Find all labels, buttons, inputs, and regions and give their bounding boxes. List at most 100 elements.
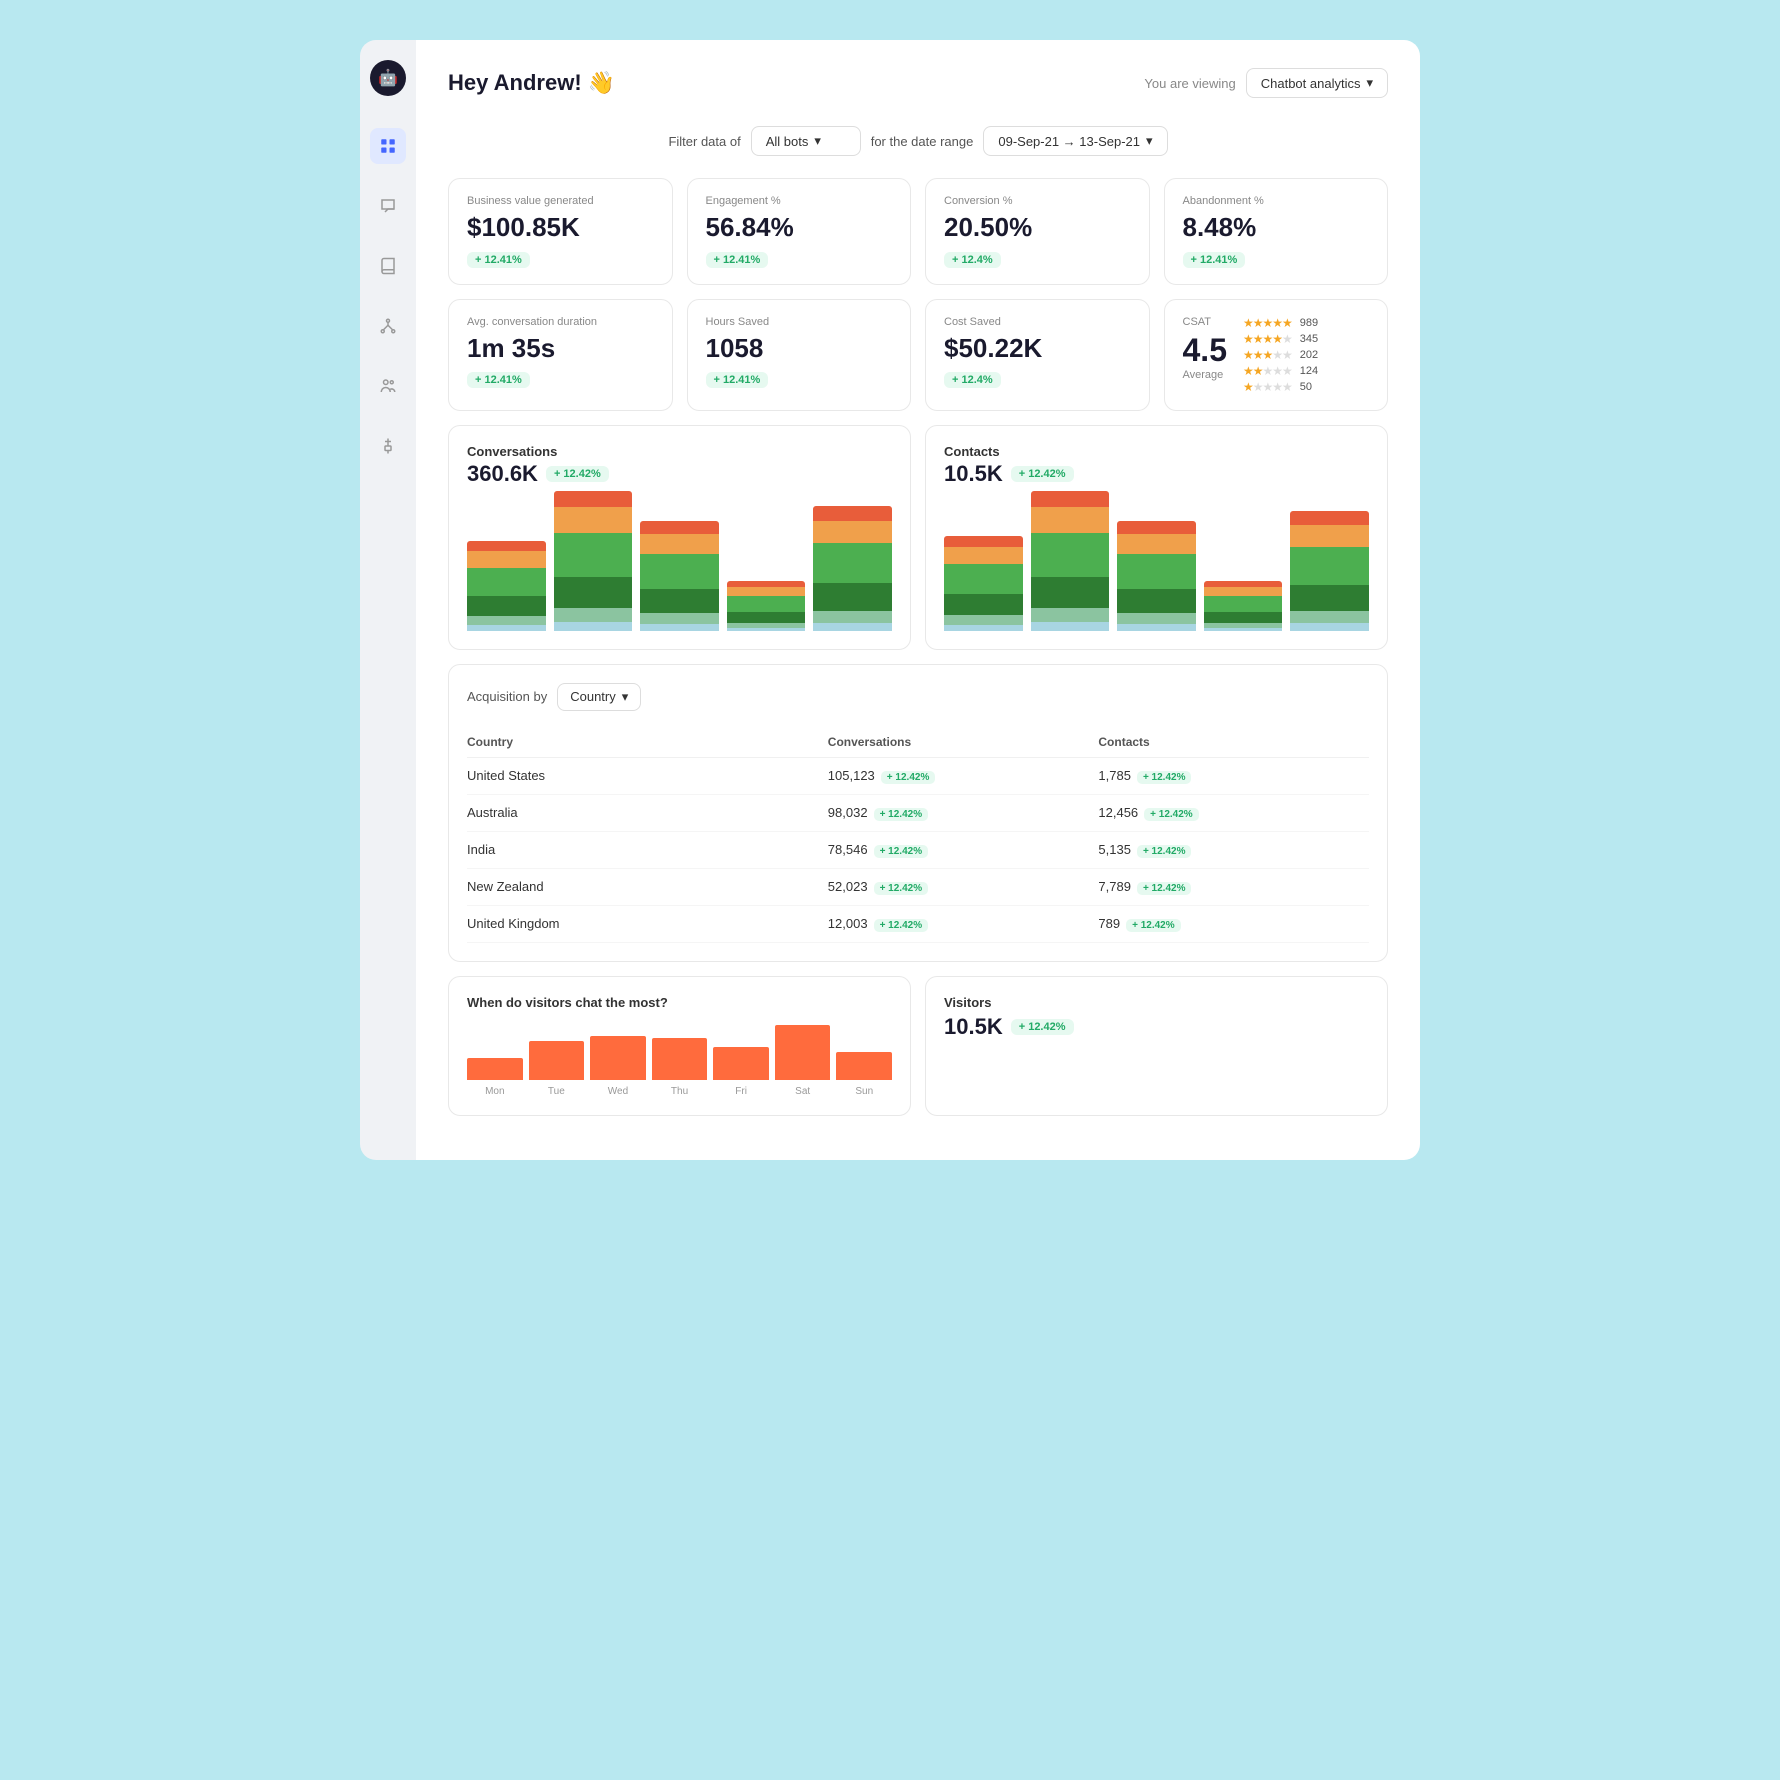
bar-group [554,491,633,631]
col-header-contacts: Contacts [1098,727,1369,758]
csat-stars-col: ★★★★★ 989 ★★★★★ 345 ★★★★★ 202 [1243,316,1369,394]
conv-badge: + 12.42% [874,808,929,821]
stat-badge: + 12.41% [706,372,769,388]
day-label: Wed [590,1086,646,1097]
day-label: Sun [836,1086,892,1097]
view-dropdown-button[interactable]: Chatbot analytics ▾ [1246,68,1388,98]
contacts-cell: 5,135+ 12.42% [1098,831,1369,868]
stat-label: Hours Saved [706,316,893,328]
csat-stars-1: ★★★★★ [1243,380,1292,394]
conversations-bar-chart [467,501,892,631]
csat-count-4: 345 [1300,333,1318,345]
cont-badge: + 12.42% [1144,808,1199,821]
contacts-badge: + 12.42% [1011,466,1074,482]
bottom-row: When do visitors chat the most? MonTueWe… [448,976,1388,1116]
bar-group [1204,581,1283,631]
stat-value: 8.48% [1183,213,1370,242]
csat-title: CSAT [1183,316,1227,328]
cont-badge: + 12.42% [1137,771,1192,784]
stat-value: $100.85K [467,213,654,242]
chevron-down-icon: ▾ [1366,75,1373,91]
conversations-cell: 105,123+ 12.42% [828,757,1099,794]
table-row: United States 105,123+ 12.42% 1,785+ 12.… [467,757,1369,794]
contacts-chart: Contacts 10.5K + 12.42% [925,425,1388,650]
mini-bar [467,1058,523,1080]
csat-stars-5: ★★★★★ [1243,316,1292,330]
country-cell: Australia [467,794,828,831]
table-row: Australia 98,032+ 12.42% 12,456+ 12.42% [467,794,1369,831]
conversations-chart: Conversations 360.6K + 12.42% [448,425,911,650]
sidebar-item-plug[interactable] [370,428,406,464]
table-row: United Kingdom 12,003+ 12.42% 789+ 12.42… [467,905,1369,942]
bar-group [640,521,719,631]
date-range-button[interactable]: 09-Sep-21 → 13-Sep-21 ▾ [983,126,1167,156]
acquisition-dropdown-button[interactable]: Country ▾ [557,683,641,711]
conv-badge: + 12.42% [874,882,929,895]
conversations-chart-value-row: 360.6K + 12.42% [467,461,892,487]
stat-badge: + 12.41% [467,252,530,268]
stat-card-hours-saved: Hours Saved 1058 + 12.41% [687,299,912,411]
csat-count-1: 50 [1300,381,1312,393]
day-labels: MonTueWedThuFriSatSun [467,1086,892,1097]
mini-bar [775,1025,831,1080]
day-label: Fri [713,1086,769,1097]
stat-label: Abandonment % [1183,195,1370,207]
bar-group [813,506,892,631]
stat-card-business-value: Business value generated $100.85K + 12.4… [448,178,673,285]
csat-stars-2: ★★★★★ [1243,364,1292,378]
chevron-down-icon: ▾ [622,689,629,705]
bar-group [1117,521,1196,631]
stat-value: 1058 [706,334,893,363]
bar-group [1031,491,1110,631]
acquisition-card: Acquisition by Country ▾ Country Convers… [448,664,1388,962]
sidebar-item-team[interactable] [370,368,406,404]
filter-data-label: Filter data of [668,134,740,149]
acquisition-dropdown-value: Country [570,689,616,704]
stat-value: $50.22K [944,334,1131,363]
bots-filter-dropdown[interactable]: All bots ▾ [751,126,861,156]
mini-bar [529,1041,585,1080]
conversations-cell: 12,003+ 12.42% [828,905,1099,942]
sidebar-item-network[interactable] [370,308,406,344]
header: Hey Andrew! 👋 You are viewing Chatbot an… [448,68,1388,98]
bar-group [1290,511,1369,631]
stat-grid-row2: Avg. conversation duration 1m 35s + 12.4… [448,299,1388,411]
visitors-chat-bar-chart [467,1020,892,1080]
app-logo: 🤖 [370,60,406,96]
stat-grid-row1: Business value generated $100.85K + 12.4… [448,178,1388,285]
bar-group [467,541,546,631]
stat-card-conversion: Conversion % 20.50% + 12.4% [925,178,1150,285]
contacts-chart-value-row: 10.5K + 12.42% [944,461,1369,487]
stat-value: 56.84% [706,213,893,242]
contacts-cell: 1,785+ 12.42% [1098,757,1369,794]
page-title: Hey Andrew! 👋 [448,70,615,96]
table-row: India 78,546+ 12.42% 5,135+ 12.42% [467,831,1369,868]
stat-value: 1m 35s [467,334,654,363]
col-header-country: Country [467,727,828,758]
bar-group [727,581,806,631]
acquisition-label: Acquisition by [467,689,547,704]
sidebar-item-analytics[interactable] [370,128,406,164]
charts-row: Conversations 360.6K + 12.42% Contacts 1… [448,425,1388,650]
visitors-card: Visitors 10.5K + 12.42% [925,976,1388,1116]
cont-badge: + 12.42% [1126,919,1181,932]
stat-label: Avg. conversation duration [467,316,654,328]
csat-row-4: ★★★★★ 345 [1243,332,1369,346]
visitors-value-row: 10.5K + 12.42% [944,1014,1369,1040]
sidebar-item-book[interactable] [370,248,406,284]
csat-stars-4: ★★★★★ [1243,332,1292,346]
conv-badge: + 12.42% [881,771,936,784]
cont-badge: + 12.42% [1137,882,1192,895]
stat-card-engagement: Engagement % 56.84% + 12.41% [687,178,912,285]
stat-badge: + 12.41% [706,252,769,268]
contacts-bar-chart [944,501,1369,631]
conversations-cell: 52,023+ 12.42% [828,868,1099,905]
sidebar-item-chat[interactable] [370,188,406,224]
stat-label: Conversion % [944,195,1131,207]
day-label: Thu [652,1086,708,1097]
stat-card-avg-duration: Avg. conversation duration 1m 35s + 12.4… [448,299,673,411]
csat-row-5: ★★★★★ 989 [1243,316,1369,330]
stat-card-csat: CSAT 4.5 Average ★★★★★ 989 ★★★★★ 345 [1164,299,1389,411]
country-cell: New Zealand [467,868,828,905]
date-range-label: for the date range [871,134,974,149]
